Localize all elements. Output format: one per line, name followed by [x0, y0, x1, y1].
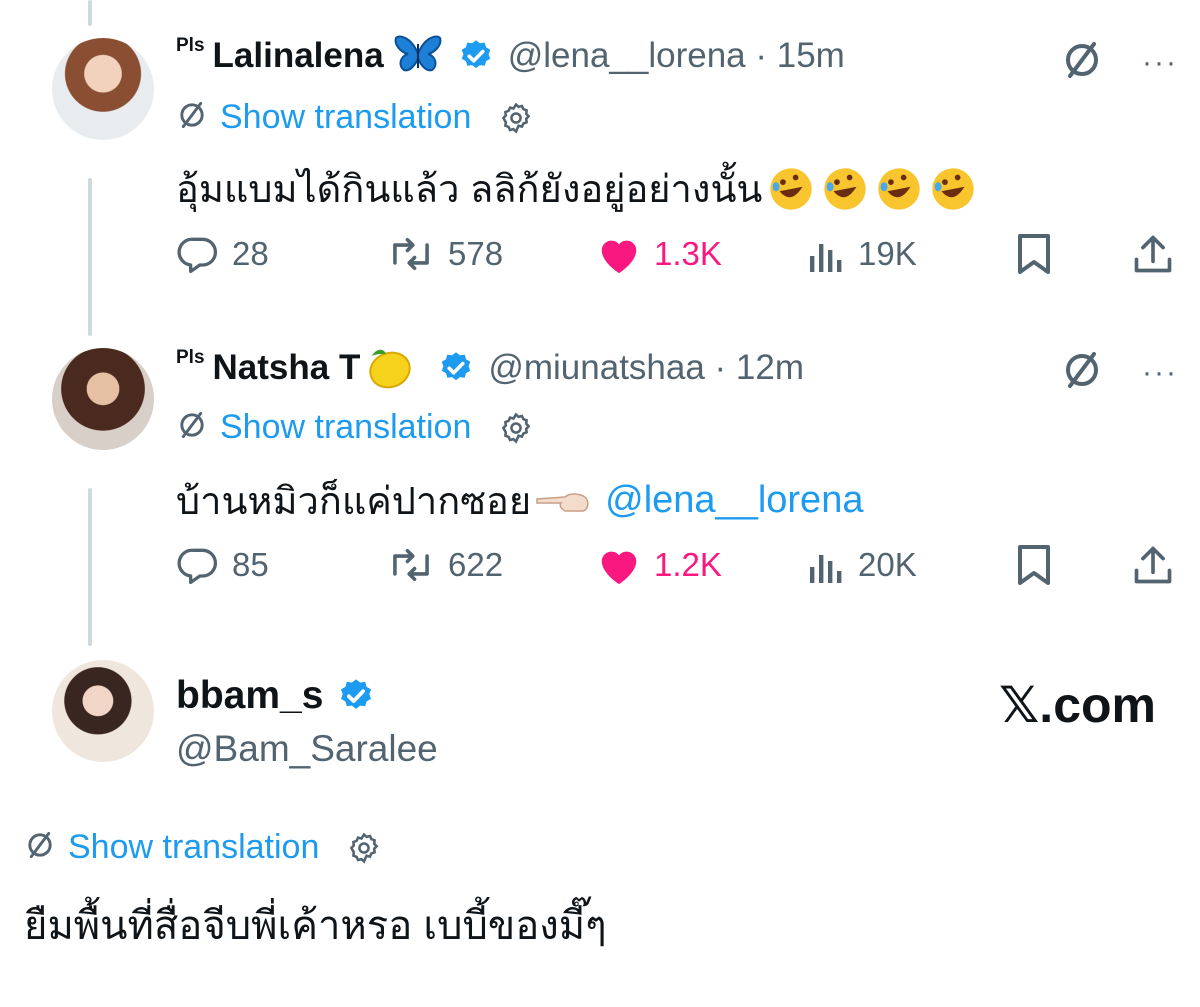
repost-count: 578 [448, 235, 504, 272]
translate-icon [176, 99, 208, 136]
grok-icon[interactable] [1060, 348, 1104, 397]
share-button[interactable] [1131, 543, 1187, 587]
display-name[interactable]: Natsha T [213, 348, 361, 388]
tweet-text: บ้านหมิวก็แค่ปากซอย @lena__lorena [176, 470, 863, 531]
like-button[interactable]: 1.3K [596, 232, 722, 276]
views-button[interactable]: 20K [806, 543, 917, 587]
bookmark-button[interactable] [1014, 543, 1066, 587]
translate-icon [24, 829, 56, 866]
main-tweet-text: ยืมพื้นที่สื่อจีบพี่เค้าหรอ เบบี้ของมี๊ๆ [24, 904, 607, 948]
more-options-icon[interactable]: ··· [1142, 46, 1178, 80]
main-handle[interactable]: @Bam_Saralee [176, 728, 438, 770]
avatar[interactable] [52, 38, 154, 140]
reply-count: 85 [232, 546, 269, 583]
tweet-text-content: บ้านหมิวก็แค่ปากซอย [176, 481, 532, 523]
gear-icon[interactable] [347, 831, 381, 865]
show-translation-link[interactable]: Show translation [220, 408, 471, 447]
tweet-header: Pls Lalinalena @lena__lorena · 15m [176, 34, 845, 78]
reply-count: 28 [232, 235, 269, 272]
translation-row[interactable]: Show translation [24, 828, 381, 867]
tweet-header-actions: ··· [1060, 38, 1178, 87]
thread-line [88, 488, 92, 646]
repost-button[interactable]: 622 [386, 543, 503, 587]
reply-button[interactable]: 28 [176, 232, 269, 276]
rofl-emoji-icons [768, 166, 976, 212]
thread-line [88, 0, 92, 26]
like-count: 1.2K [654, 546, 722, 583]
x-com-watermark: 𝕏.com [999, 677, 1156, 733]
handle-timestamp[interactable]: @lena__lorena · 15m [508, 36, 845, 76]
main-author: bbam_s [176, 674, 375, 718]
avatar[interactable] [52, 348, 154, 450]
reply-button[interactable]: 85 [176, 543, 269, 587]
translation-row[interactable]: Show translation [176, 98, 533, 137]
verified-badge-icon [438, 350, 474, 386]
views-count: 19K [858, 235, 917, 272]
handle-timestamp[interactable]: @miunatshaa · 12m [488, 348, 804, 388]
display-name[interactable]: bbam_s [176, 674, 323, 718]
show-translation-link[interactable]: Show translation [68, 828, 319, 867]
show-translation-link[interactable]: Show translation [220, 98, 471, 137]
gear-icon[interactable] [499, 411, 533, 445]
share-button[interactable] [1131, 232, 1187, 276]
translate-icon [176, 409, 208, 446]
lemon-icon [362, 344, 414, 392]
tweet-text-content: อุ้มแบมได้กินแล้ว ลลิก้ยังอยู่อย่างนั้น [176, 169, 763, 211]
tweet-text: อุ้มแบมได้กินแล้ว ลลิก้ยังอยู่อย่างนั้น [176, 158, 976, 219]
butterfly-icon [394, 34, 442, 78]
like-button[interactable]: 1.2K [596, 543, 722, 587]
tweet-actions: 28 578 1.3K 19K [176, 232, 1176, 276]
pointing-left-hand-icon [535, 481, 591, 521]
mention-link[interactable]: @lena__lorena [605, 479, 863, 522]
tweet-actions: 85 622 1.2K 20K [176, 543, 1176, 587]
tweet-header-actions: ··· [1060, 348, 1178, 397]
verified-badge-icon [337, 677, 375, 715]
gear-icon[interactable] [499, 101, 533, 135]
avatar[interactable] [52, 660, 154, 762]
pls-badge: Pls [176, 35, 205, 56]
repost-button[interactable]: 578 [386, 232, 503, 276]
like-count: 1.3K [654, 235, 722, 272]
translation-row[interactable]: Show translation [176, 408, 533, 447]
tweet-header: Pls Natsha T @miunatshaa · 12m [176, 344, 804, 392]
repost-count: 622 [448, 546, 504, 583]
verified-badge-icon [458, 38, 494, 74]
more-options-icon[interactable]: ··· [1142, 356, 1178, 390]
views-count: 20K [858, 546, 917, 583]
thread-line [88, 178, 92, 336]
views-button[interactable]: 19K [806, 232, 917, 276]
bookmark-button[interactable] [1014, 232, 1066, 276]
grok-icon[interactable] [1060, 38, 1104, 87]
display-name[interactable]: Lalinalena [213, 36, 384, 76]
pls-badge: Pls [176, 347, 205, 368]
